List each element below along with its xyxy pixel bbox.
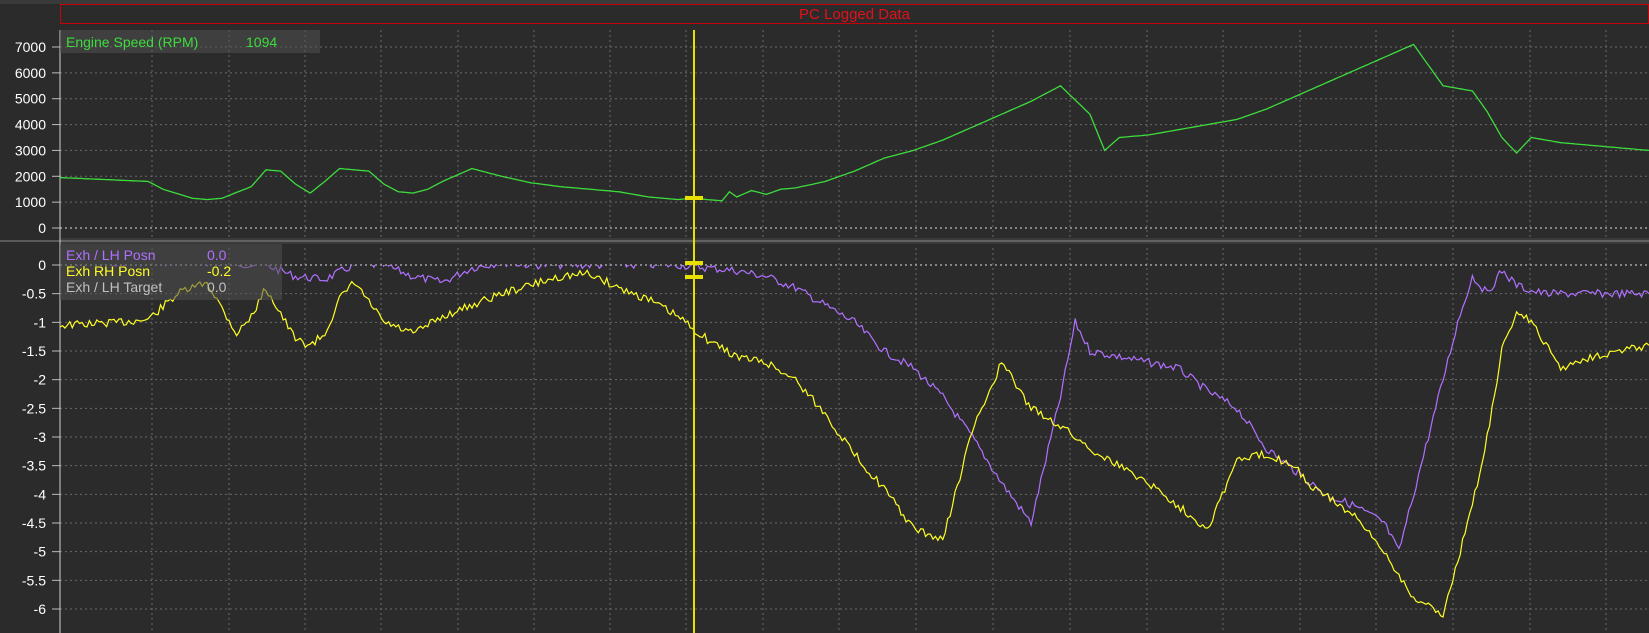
legend-engine-speed-value: 1094 <box>246 34 278 50</box>
legend-lh-posn-value: 0.0 <box>207 247 227 263</box>
y-tick-label-bottom: -2.5 <box>22 400 46 416</box>
legend-lh-target-value: 0.0 <box>207 279 227 295</box>
cursor-marker-rh <box>685 275 703 279</box>
y-tick-label-bottom: -2 <box>34 372 47 388</box>
legend-rh-posn-label: Exh RH Posn <box>66 263 151 279</box>
legend-engine-speed-label: Engine Speed (RPM) <box>66 34 199 50</box>
y-tick-label-top: 7000 <box>15 39 46 55</box>
y-tick-label-top: 5000 <box>15 91 46 107</box>
legend-rh-posn-value: -0.2 <box>207 263 232 279</box>
y-tick-label-top: 6000 <box>15 65 46 81</box>
y-tick-label-bottom: -5 <box>34 544 47 560</box>
y-tick-label-bottom: -4 <box>34 486 47 502</box>
legend-lh-posn-label: Exh / LH Posn <box>66 247 156 263</box>
y-tick-label-bottom: -1.5 <box>22 343 46 359</box>
cursor-marker-lh <box>685 261 703 265</box>
y-tick-label-bottom: -6 <box>34 601 47 617</box>
chart-area[interactable]: 7000 6000 5000 4000 3000 2000 1000 0 0 -0.5 -1 -1.5… <box>0 0 1649 633</box>
y-tick-label-top: 3000 <box>15 142 46 158</box>
legend-lh-target-label: Exh / LH Target <box>66 279 163 295</box>
y-tick-label-top: 4000 <box>15 117 46 133</box>
y-tick-label-bottom: -1 <box>34 314 47 330</box>
y-tick-label-bottom: 0 <box>38 257 46 273</box>
series-exh-lh-posn <box>76 265 1649 550</box>
y-tick-label-top: 0 <box>38 220 46 236</box>
y-tick-label-top: 1000 <box>15 194 46 210</box>
cursor-marker-speed <box>685 196 703 200</box>
y-tick-label-bottom: -4.5 <box>22 515 46 531</box>
y-tick-label-bottom: -0.5 <box>22 286 46 302</box>
series-engine-speed <box>60 43 1649 202</box>
y-tick-label-bottom: -5.5 <box>22 572 46 588</box>
y-tick-label-top: 2000 <box>15 168 46 184</box>
y-tick-label-bottom: -3.5 <box>22 458 46 474</box>
y-tick-label-bottom: -3 <box>34 429 47 445</box>
